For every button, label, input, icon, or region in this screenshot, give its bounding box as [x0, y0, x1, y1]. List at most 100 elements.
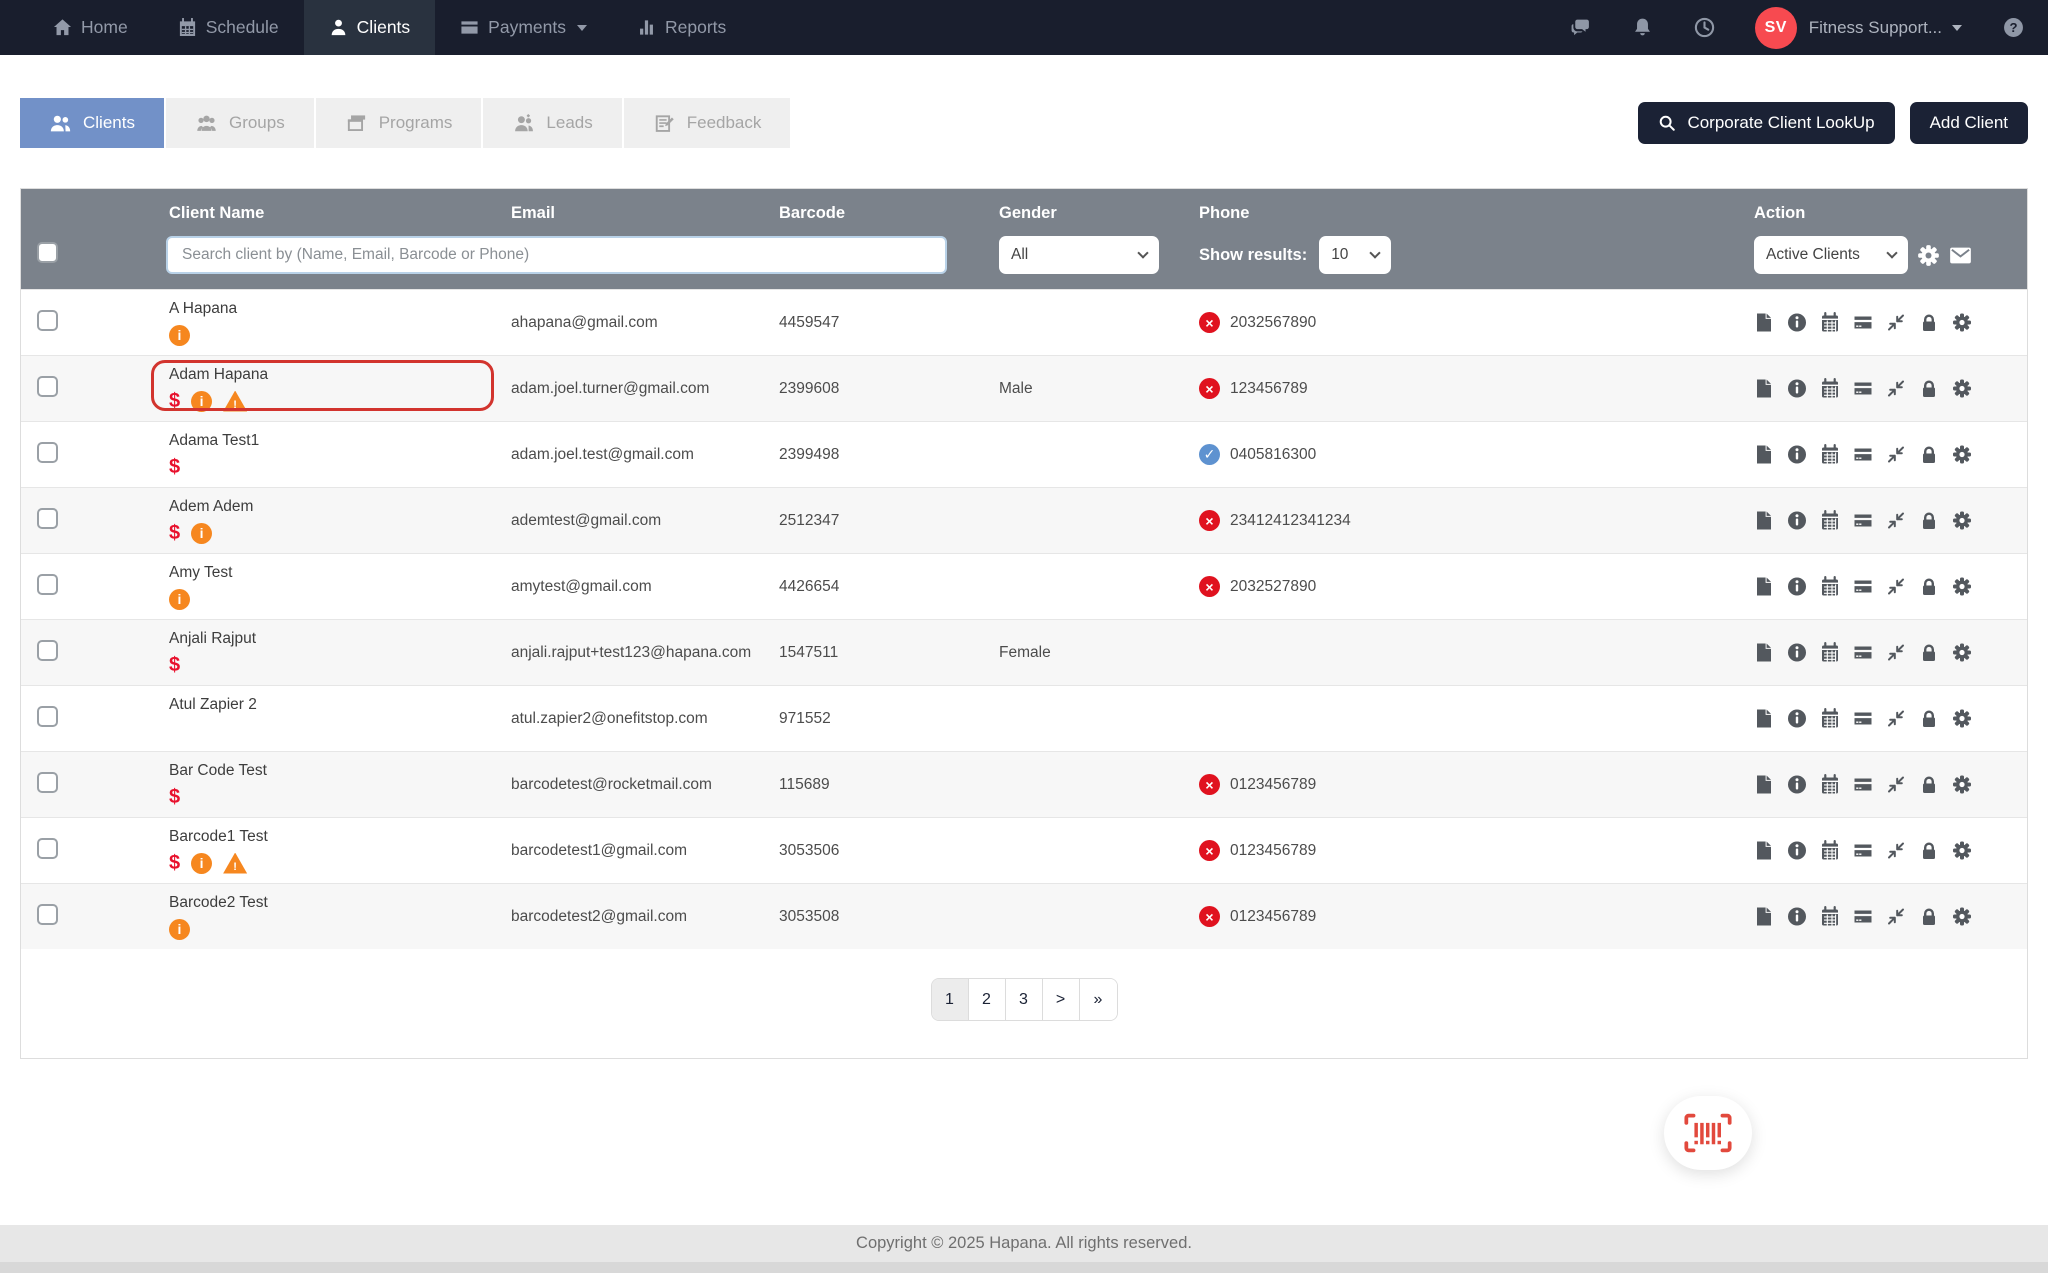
lock-icon[interactable]	[1919, 576, 1939, 597]
row-checkbox[interactable]	[37, 309, 58, 331]
compress-icon[interactable]	[1886, 378, 1906, 399]
lock-icon[interactable]	[1919, 708, 1939, 729]
chevron-down-icon[interactable]	[1952, 24, 1962, 31]
payment-card-icon[interactable]	[1853, 576, 1873, 597]
lock-icon[interactable]	[1919, 642, 1939, 663]
calendar-icon[interactable]	[1820, 840, 1840, 861]
client-name[interactable]: Adam Hapana	[169, 365, 504, 385]
gender-filter-select[interactable]: All	[999, 236, 1159, 274]
info-icon[interactable]: i	[191, 522, 213, 544]
corporate-client-lookup-button[interactable]: Corporate Client LookUp	[1638, 102, 1895, 144]
settings-icon[interactable]	[1952, 378, 1972, 399]
info-circle-icon[interactable]	[1787, 576, 1807, 597]
dollar-icon[interactable]: $	[169, 522, 180, 544]
row-checkbox[interactable]	[37, 375, 58, 397]
info-circle-icon[interactable]	[1787, 444, 1807, 465]
info-icon[interactable]: i	[191, 852, 213, 874]
settings-icon[interactable]	[1952, 774, 1972, 795]
lock-icon[interactable]	[1919, 312, 1939, 333]
info-icon[interactable]: i	[169, 588, 190, 610]
notes-icon[interactable]	[1754, 906, 1774, 927]
payment-card-icon[interactable]	[1853, 906, 1873, 927]
row-checkbox[interactable]	[37, 639, 58, 661]
payment-card-icon[interactable]	[1853, 510, 1873, 531]
payment-card-icon[interactable]	[1853, 840, 1873, 861]
lock-icon[interactable]	[1919, 840, 1939, 861]
settings-icon[interactable]	[1952, 576, 1972, 597]
tab-programs[interactable]: Programs	[315, 98, 482, 148]
payment-card-icon[interactable]	[1853, 444, 1873, 465]
client-name[interactable]: A Hapana	[169, 299, 504, 319]
barcode-scanner-button[interactable]	[1664, 1096, 1752, 1170]
nav-item-clients[interactable]: Clients	[303, 0, 436, 55]
client-view-select[interactable]: Active Clients	[1754, 236, 1908, 274]
payment-card-icon[interactable]	[1853, 774, 1873, 795]
compress-icon[interactable]	[1886, 708, 1906, 729]
calendar-icon[interactable]	[1820, 708, 1840, 729]
calendar-icon[interactable]	[1820, 378, 1840, 399]
messages-icon[interactable]	[1570, 17, 1591, 38]
lock-icon[interactable]	[1919, 510, 1939, 531]
nav-item-schedule[interactable]: Schedule	[153, 0, 304, 55]
page-button-2[interactable]: 2	[968, 979, 1006, 1020]
calendar-icon[interactable]	[1820, 312, 1840, 333]
info-circle-icon[interactable]	[1787, 774, 1807, 795]
settings-icon[interactable]	[1952, 642, 1972, 663]
notes-icon[interactable]	[1754, 312, 1774, 333]
calendar-icon[interactable]	[1820, 576, 1840, 597]
client-name[interactable]: Anjali Rajput	[169, 629, 504, 649]
dollar-icon[interactable]: $	[169, 852, 180, 874]
notes-icon[interactable]	[1754, 774, 1774, 795]
tab-clients[interactable]: Clients	[20, 98, 164, 148]
calendar-icon[interactable]	[1820, 444, 1840, 465]
help-icon[interactable]: ?	[2003, 17, 2024, 38]
client-name[interactable]: Barcode1 Test	[169, 827, 504, 847]
show-results-select[interactable]: 10	[1319, 236, 1392, 274]
compress-icon[interactable]	[1886, 840, 1906, 861]
compress-icon[interactable]	[1886, 312, 1906, 333]
compress-icon[interactable]	[1886, 774, 1906, 795]
page-button-1[interactable]: 1	[931, 979, 969, 1020]
calendar-icon[interactable]	[1820, 510, 1840, 531]
client-name[interactable]: Atul Zapier 2	[169, 695, 504, 715]
compress-icon[interactable]	[1886, 642, 1906, 663]
info-circle-icon[interactable]	[1787, 312, 1807, 333]
row-checkbox[interactable]	[37, 771, 58, 793]
account-name[interactable]: Fitness Support...	[1809, 18, 1942, 38]
lock-icon[interactable]	[1919, 378, 1939, 399]
avatar[interactable]: SV	[1754, 6, 1797, 49]
settings-icon[interactable]	[1952, 906, 1972, 927]
settings-icon[interactable]	[1952, 312, 1972, 333]
tab-groups[interactable]: Groups	[165, 98, 314, 148]
notes-icon[interactable]	[1754, 576, 1774, 597]
lock-icon[interactable]	[1919, 906, 1939, 927]
warning-icon[interactable]: !	[223, 852, 248, 874]
dollar-icon[interactable]: $	[169, 654, 180, 676]
info-icon[interactable]: i	[169, 918, 190, 940]
info-circle-icon[interactable]	[1787, 378, 1807, 399]
calendar-icon[interactable]	[1820, 642, 1840, 663]
dollar-icon[interactable]: $	[169, 456, 180, 478]
client-name[interactable]: Amy Test	[169, 563, 504, 583]
dollar-icon[interactable]: $	[169, 786, 180, 808]
notifications-bell-icon[interactable]	[1632, 17, 1653, 38]
payment-card-icon[interactable]	[1853, 708, 1873, 729]
payment-card-icon[interactable]	[1853, 312, 1873, 333]
row-checkbox[interactable]	[37, 837, 58, 859]
notes-icon[interactable]	[1754, 642, 1774, 663]
payment-card-icon[interactable]	[1853, 642, 1873, 663]
settings-icon[interactable]	[1952, 510, 1972, 531]
info-circle-icon[interactable]	[1787, 906, 1807, 927]
client-name[interactable]: Bar Code Test	[169, 761, 504, 781]
page-button-last[interactable]: »	[1079, 979, 1117, 1020]
nav-item-home[interactable]: Home	[28, 0, 153, 55]
compress-icon[interactable]	[1886, 576, 1906, 597]
page-button-3[interactable]: 3	[1005, 979, 1043, 1020]
info-circle-icon[interactable]	[1787, 840, 1807, 861]
info-circle-icon[interactable]	[1787, 708, 1807, 729]
warning-icon[interactable]: !	[223, 390, 248, 412]
row-checkbox[interactable]	[37, 573, 58, 595]
notes-icon[interactable]	[1754, 840, 1774, 861]
page-button-next[interactable]: >	[1042, 979, 1080, 1020]
compress-icon[interactable]	[1886, 444, 1906, 465]
